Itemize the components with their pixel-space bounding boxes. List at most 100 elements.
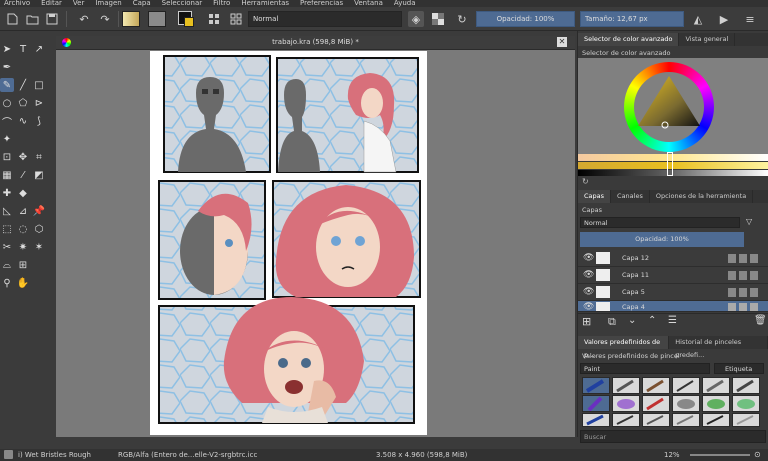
brush-preset-thumb[interactable] xyxy=(582,413,610,427)
rect-select-icon[interactable]: ⬚ xyxy=(0,222,14,236)
visibility-eye-icon[interactable]: 👁 xyxy=(583,302,594,311)
text-tool-icon[interactable]: T xyxy=(16,42,30,56)
select-shapes-icon[interactable]: ➤ xyxy=(0,42,14,56)
layer-flags-icon[interactable] xyxy=(728,288,758,297)
eraser-mode-icon[interactable]: ◈ xyxy=(408,11,424,27)
document-tab[interactable]: trabajo.kra (598,8 MiB) * ✕ xyxy=(56,36,575,50)
value-strip[interactable] xyxy=(578,170,768,176)
multibrush-icon[interactable]: ✦ xyxy=(0,132,14,146)
opacity-slider[interactable]: Opacidad: 100% xyxy=(476,11,575,27)
menu-archivo[interactable]: Archivo xyxy=(4,0,30,7)
move-up-icon[interactable]: ⌃ xyxy=(648,315,656,326)
calligraphy-icon[interactable]: ✒ xyxy=(0,60,14,74)
brush-preset-thumb[interactable] xyxy=(672,413,700,427)
menu-preferencias[interactable]: Preferencias xyxy=(300,0,343,7)
ellipse-select-icon[interactable]: ◌ xyxy=(16,222,30,236)
similar-select-icon[interactable]: ✶ xyxy=(32,240,46,254)
layer-blend-select[interactable]: Normal xyxy=(580,217,740,228)
visibility-eye-icon[interactable]: 👁 xyxy=(583,287,594,297)
color-shade-strip[interactable] xyxy=(578,162,768,169)
menu-seleccionar[interactable]: Seleccionar xyxy=(162,0,203,7)
brush-preset-thumb[interactable] xyxy=(642,395,670,412)
line-tool-icon[interactable]: ╱ xyxy=(16,78,30,92)
tab-layers[interactable]: Capas xyxy=(578,190,612,203)
rectangle-tool-icon[interactable]: □ xyxy=(32,78,46,92)
bezier-tool-icon[interactable]: ⌒ xyxy=(0,114,14,129)
brush-preset-thumb[interactable] xyxy=(642,377,670,394)
zoom-slider[interactable] xyxy=(690,454,750,456)
add-layer-icon[interactable]: ⊞ xyxy=(582,315,591,328)
brush-preset-thumb[interactable] xyxy=(732,413,760,427)
layer-flags-icon[interactable] xyxy=(728,254,758,263)
move-down-icon[interactable]: ⌄ xyxy=(628,315,636,326)
filter-icon[interactable]: ▽ xyxy=(746,217,752,226)
crop-tool-icon[interactable]: ⌗ xyxy=(32,150,46,164)
mirror-horizontal-icon[interactable]: ◭ xyxy=(690,11,706,27)
reload-preset-icon[interactable]: ↻ xyxy=(454,11,470,27)
new-document-icon[interactable] xyxy=(4,11,20,27)
color-picker-icon[interactable]: ⁄ xyxy=(16,168,30,182)
freehand-path-icon[interactable]: ∿ xyxy=(16,114,30,128)
bezier-select-icon[interactable]: ⌓ xyxy=(0,258,14,272)
visibility-eye-icon[interactable]: 👁 xyxy=(583,253,594,263)
color-history-strip[interactable] xyxy=(578,154,768,161)
dynamic-brush-icon[interactable]: ⟆ xyxy=(32,114,46,128)
current-brush-name[interactable]: i) Wet Bristles Rough xyxy=(18,449,91,461)
layer-flags-icon[interactable] xyxy=(728,303,758,311)
color-space-info[interactable]: RGB/Alfa (Entero de...elle-V2-srgbtrc.ic… xyxy=(118,449,257,461)
brush-search-input[interactable]: Buscar xyxy=(580,430,766,443)
brush-preset-thumb[interactable] xyxy=(702,413,730,427)
smart-patch-icon[interactable]: ✚ xyxy=(0,186,14,200)
menu-capa[interactable]: Capa xyxy=(133,0,151,7)
layer-row[interactable]: 👁 Capa 5 xyxy=(578,284,768,301)
pattern-swatch[interactable] xyxy=(148,11,166,27)
background-color-icon[interactable] xyxy=(184,17,194,27)
rotate-canvas-icon[interactable]: ⊙ xyxy=(754,449,761,461)
brush-preset-thumb[interactable] xyxy=(672,395,700,412)
edit-shapes-icon[interactable]: ↗ xyxy=(32,42,46,56)
tab-brush-presets[interactable]: Valores predefinidos de p... xyxy=(578,336,670,359)
menu-herramientas[interactable]: Herramientas xyxy=(241,0,289,7)
alpha-lock-icon[interactable] xyxy=(430,11,446,27)
undo-icon[interactable]: ↶ xyxy=(76,11,92,27)
layer-row[interactable]: 👁 Capa 12 xyxy=(578,250,768,267)
tab-tool-options[interactable]: Opciones de la herramienta xyxy=(650,190,754,203)
menu-ver[interactable]: Ver xyxy=(73,0,84,7)
brush-preset-thumb[interactable] xyxy=(732,395,760,412)
gradient-swatch[interactable] xyxy=(122,11,140,27)
move-tool-icon[interactable]: ✥ xyxy=(16,150,30,164)
wrap-around-icon[interactable]: ▶ xyxy=(716,11,732,27)
preset-filter-select[interactable]: Paint xyxy=(580,363,710,374)
comic-page[interactable] xyxy=(150,51,427,435)
brush-preset-icon[interactable] xyxy=(206,11,222,27)
tab-channels[interactable]: Canales xyxy=(611,190,650,203)
brush-preset-thumb[interactable] xyxy=(702,377,730,394)
polyline-tool-icon[interactable]: ⊳ xyxy=(32,96,46,110)
visibility-eye-icon[interactable]: 👁 xyxy=(583,270,594,280)
brush-preset-thumb[interactable] xyxy=(672,377,700,394)
layer-row-selected[interactable]: 👁 Capa 4 xyxy=(578,301,768,312)
grid-presets-icon[interactable] xyxy=(228,11,244,27)
size-slider[interactable]: Tamaño: 12,67 px xyxy=(580,11,684,27)
freehand-select-icon[interactable]: ✂ xyxy=(0,240,14,254)
duplicate-layer-icon[interactable]: ⧉ xyxy=(608,315,616,329)
menu-editar[interactable]: Editar xyxy=(41,0,62,7)
zoom-tool-icon[interactable]: ⚲ xyxy=(0,276,14,290)
zoom-level[interactable]: 12% xyxy=(664,449,680,461)
brush-preset-thumb[interactable] xyxy=(702,395,730,412)
save-icon[interactable] xyxy=(44,11,60,27)
contiguous-select-icon[interactable]: ✷ xyxy=(16,240,30,254)
layer-opacity-slider[interactable]: Opacidad: 100% xyxy=(580,232,744,247)
open-folder-icon[interactable] xyxy=(24,11,40,27)
transform-tool-icon[interactable]: ⊡ xyxy=(0,150,14,164)
refresh-icon[interactable]: ↻ xyxy=(582,177,589,186)
pan-tool-icon[interactable]: ✋ xyxy=(16,276,30,290)
fill-tool-icon[interactable]: ◆ xyxy=(16,186,30,200)
tab-brush-history[interactable]: Historial de pinceles predefi... xyxy=(669,336,768,359)
brush-preset-thumb[interactable] xyxy=(732,377,760,394)
brush-preset-thumb[interactable] xyxy=(642,413,670,427)
polygon-select-icon[interactable]: ⬡ xyxy=(32,222,46,236)
reference-images-icon[interactable]: 📌 xyxy=(32,204,46,218)
close-document-icon[interactable]: ✕ xyxy=(557,37,567,47)
brush-preset-thumb[interactable] xyxy=(612,377,640,394)
